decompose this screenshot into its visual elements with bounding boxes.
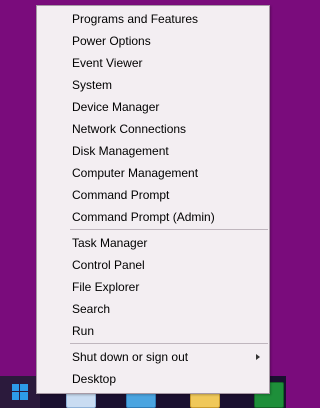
menu-item-device-manager[interactable]: Device Manager <box>38 96 268 118</box>
menu-item-label: Shut down or sign out <box>72 350 189 364</box>
submenu-arrow-icon <box>256 354 260 360</box>
menu-item-disk-management[interactable]: Disk Management <box>38 140 268 162</box>
menu-item-shut-down-or-sign-out[interactable]: Shut down or sign out <box>38 346 268 368</box>
menu-item-search[interactable]: Search <box>38 298 268 320</box>
menu-item-run[interactable]: Run <box>38 320 268 342</box>
menu-item-computer-management[interactable]: Computer Management <box>38 162 268 184</box>
menu-item-control-panel[interactable]: Control Panel <box>38 254 268 276</box>
menu-item-programs-and-features[interactable]: Programs and Features <box>38 8 268 30</box>
start-button[interactable] <box>0 376 40 408</box>
menu-separator <box>70 343 268 344</box>
menu-item-desktop[interactable]: Desktop <box>38 368 268 390</box>
menu-item-command-prompt-admin[interactable]: Command Prompt (Admin) <box>38 206 268 228</box>
menu-item-task-manager[interactable]: Task Manager <box>38 232 268 254</box>
menu-item-command-prompt[interactable]: Command Prompt <box>38 184 268 206</box>
menu-item-power-options[interactable]: Power Options <box>38 30 268 52</box>
quick-link-menu: Programs and Features Power Options Even… <box>36 5 270 394</box>
menu-separator <box>70 229 268 230</box>
menu-item-network-connections[interactable]: Network Connections <box>38 118 268 140</box>
menu-item-event-viewer[interactable]: Event Viewer <box>38 52 268 74</box>
windows-logo-icon <box>12 384 28 400</box>
menu-item-file-explorer[interactable]: File Explorer <box>38 276 268 298</box>
menu-item-system[interactable]: System <box>38 74 268 96</box>
